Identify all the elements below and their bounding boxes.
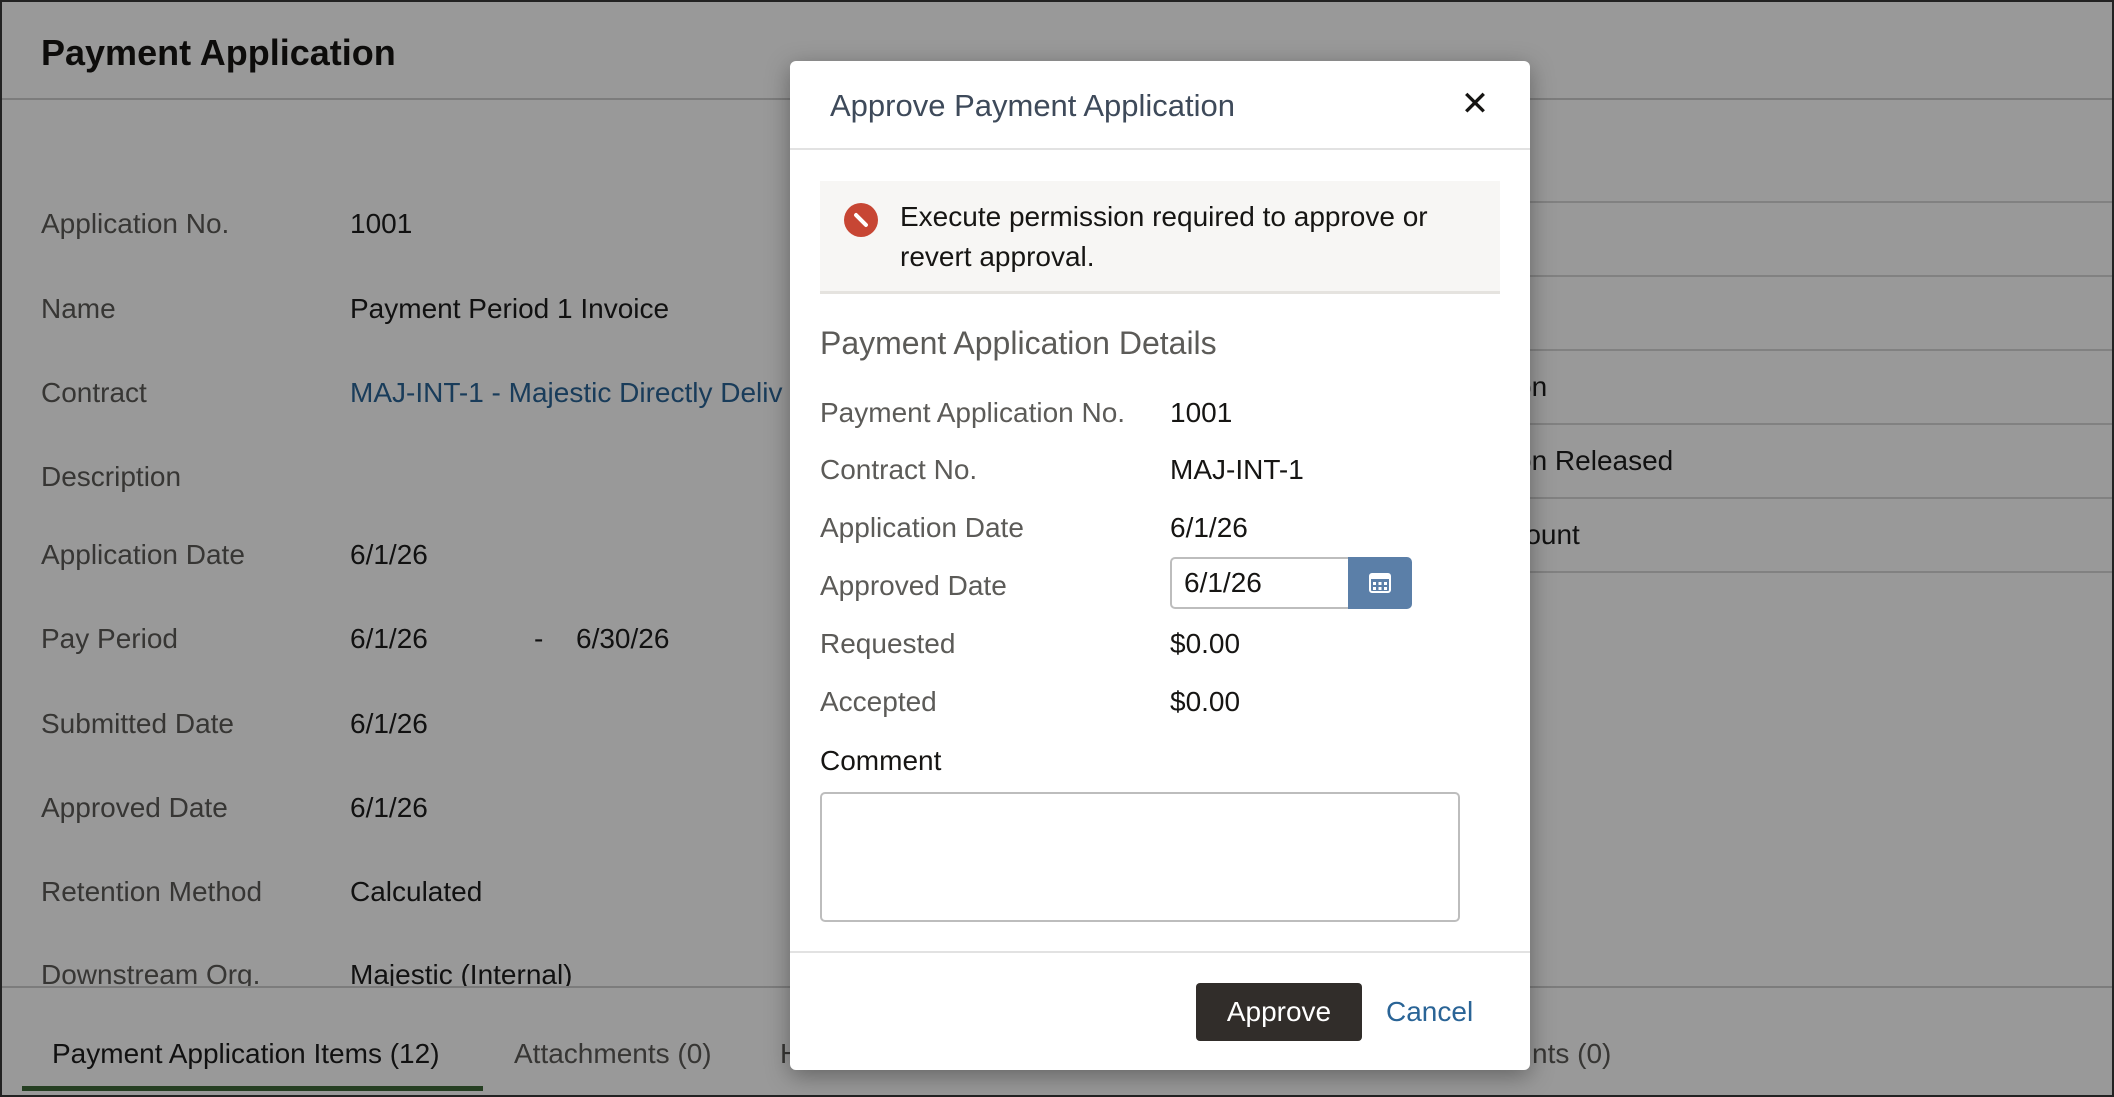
approve-button[interactable]: Approve (1196, 983, 1362, 1041)
close-icon[interactable]: ✕ (1450, 79, 1500, 129)
error-circle-icon (844, 203, 878, 237)
error-message-text: Execute permission required to approve o… (900, 201, 1428, 272)
detail-label: Payment Application No. (820, 397, 1126, 428)
dialog-footer: Approve Cancel (790, 951, 1530, 1070)
approve-dialog: Approve Payment Application ✕ Execute pe… (790, 61, 1530, 1070)
dialog-header: Approve Payment Application ✕ (790, 61, 1530, 150)
approved-date-input[interactable] (1170, 557, 1350, 609)
calendar-button[interactable] (1348, 557, 1412, 609)
detail-label: Requested (820, 628, 956, 659)
comment-label: Comment (820, 745, 942, 776)
detail-approved-date: Approved Date (820, 557, 1500, 610)
detail-contract-no: Contract No. MAJ-INT-1 (820, 454, 1500, 494)
detail-label: Accepted (820, 686, 937, 717)
detail-label: Contract No. (820, 454, 978, 485)
detail-requested: Requested $0.00 (820, 628, 1500, 668)
detail-application-date: Application Date 6/1/26 (820, 512, 1500, 552)
dialog-title: Approve Payment Application (830, 88, 1235, 123)
detail-label: Approved Date (820, 570, 1007, 601)
detail-value: MAJ-INT-1 (1170, 454, 1304, 485)
detail-value: $0.00 (1170, 628, 1241, 659)
detail-accepted: Accepted $0.00 (820, 686, 1500, 726)
detail-payment-application-no: Payment Application No. 1001 (820, 397, 1500, 437)
error-message-banner: Execute permission required to approve o… (820, 181, 1500, 294)
comment-input[interactable] (820, 792, 1460, 922)
details-section-title: Payment Application Details (820, 325, 1217, 361)
detail-value: $0.00 (1170, 686, 1241, 717)
cancel-button[interactable]: Cancel (1386, 983, 1473, 1041)
detail-value: 1001 (1170, 397, 1233, 428)
detail-label: Application Date (820, 512, 1024, 543)
calendar-icon (1369, 573, 1391, 593)
detail-value: 6/1/26 (1170, 512, 1248, 543)
